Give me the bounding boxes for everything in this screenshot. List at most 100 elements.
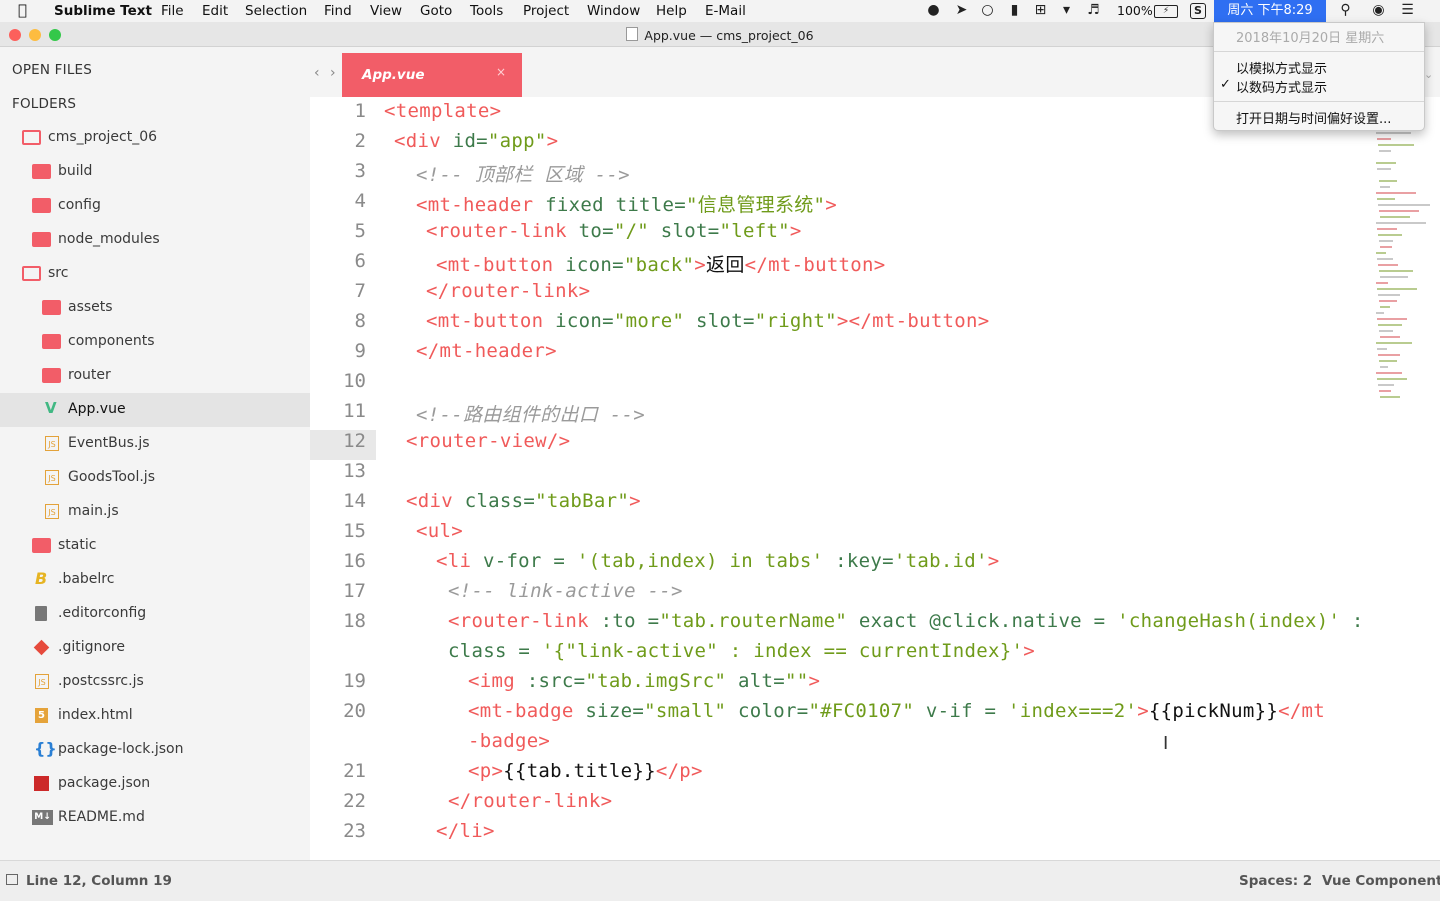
sidebar-item-label: .gitignore — [58, 639, 125, 655]
minimap[interactable] — [1364, 100, 1430, 400]
sidebar-item[interactable]: package.json — [0, 767, 310, 801]
tab-next-icon[interactable]: › — [330, 65, 336, 81]
code-line[interactable]: </mt-header> — [416, 340, 557, 362]
menu-file[interactable]: File — [161, 3, 184, 19]
sidebar-item[interactable]: components — [0, 325, 310, 359]
code-token: id= — [452, 130, 488, 152]
code-line[interactable]: <ul> — [416, 520, 463, 542]
code-line[interactable]: <router-link :to ="tab.routerName" exact… — [448, 610, 1364, 632]
code-line[interactable]: <p>{{tab.title}}</p> — [468, 760, 703, 782]
menu-item-date-prefs[interactable]: 打开日期与时间偏好设置... — [1236, 108, 1391, 127]
clock-menu[interactable]: 周六 下午8:29 — [1214, 0, 1326, 22]
line-number: 10 — [343, 370, 366, 392]
code-line[interactable]: </router-link> — [426, 280, 590, 302]
sync-icon[interactable]: S — [1190, 3, 1206, 19]
apple-icon[interactable]:  — [18, 1, 27, 19]
open-files-header[interactable]: OPEN FILES — [12, 62, 92, 78]
tab-prev-icon[interactable]: ‹ — [314, 65, 320, 81]
sidebar-item[interactable]: config — [0, 189, 310, 223]
sidebar-item[interactable]: V App.vue — [0, 393, 310, 427]
tab-close-icon[interactable]: × — [496, 65, 506, 79]
sidebar-item[interactable]: .editorconfig — [0, 597, 310, 631]
code-line[interactable]: <li v-for = '(tab,index) in tabs' :key='… — [436, 550, 1000, 572]
menu-edit[interactable]: Edit — [202, 3, 228, 19]
code-line[interactable]: class = '{"link-active" : index == curre… — [448, 640, 1035, 662]
sidebar-item[interactable]: M↓ README.md — [0, 801, 310, 835]
sidebar-item[interactable]: {} package-lock.json — [0, 733, 310, 767]
checkmark-icon: ✓ — [1220, 77, 1231, 92]
notification-center-icon[interactable]: ☰ — [1399, 2, 1416, 19]
sidebar-item[interactable]: cms_project_06 — [0, 121, 310, 155]
menu-item-digital[interactable]: 以数码方式显示 — [1236, 77, 1327, 96]
code-line[interactable]: <div class="tabBar"> — [406, 490, 641, 512]
chat-icon[interactable]: ○ — [979, 2, 996, 19]
bookmark-icon[interactable]: ▮ — [1006, 2, 1023, 19]
sidebar-item[interactable]: B .babelrc — [0, 563, 310, 597]
code-line[interactable]: </router-link> — [448, 790, 612, 812]
search-icon[interactable]: ⚲ — [1337, 2, 1354, 19]
siri-icon[interactable]: ◉ — [1370, 2, 1387, 19]
line-number: 11 — [343, 400, 366, 422]
sidebar-item[interactable]: JS .postcssrc.js — [0, 665, 310, 699]
sidebar-item[interactable]: build — [0, 155, 310, 189]
code-token: <mt-button — [436, 254, 566, 276]
paper-plane-icon[interactable]: ➤ — [953, 2, 970, 19]
volume-icon[interactable]: ♬ — [1085, 2, 1102, 19]
menu-item-analog[interactable]: 以模拟方式显示 — [1236, 58, 1327, 77]
code-line[interactable]: <!--路由组件的出口 --> — [416, 400, 645, 427]
menu-help[interactable]: Help — [656, 3, 687, 19]
menu-find[interactable]: Find — [324, 3, 352, 19]
code-token: > — [1137, 700, 1149, 722]
sidebar-item[interactable]: 5 index.html — [0, 699, 310, 733]
cursor-position: Line 12, Column 19 — [26, 873, 172, 889]
code-line[interactable]: <!-- link-active --> — [448, 580, 683, 602]
sidebar-item[interactable]: JS GoodsTool.js — [0, 461, 310, 495]
panel-toggle-icon[interactable] — [6, 874, 18, 885]
code-line[interactable]: <template> — [384, 100, 501, 122]
folders-header[interactable]: FOLDERS — [12, 96, 76, 112]
code-line[interactable]: <router-view/> — [406, 430, 570, 452]
sidebar-item[interactable]: static — [0, 529, 310, 563]
sidebar-item[interactable]: JS main.js — [0, 495, 310, 529]
code-line[interactable]: </li> — [436, 820, 495, 842]
code-line[interactable]: -badge> — [468, 730, 550, 752]
sidebar-item[interactable]: node_modules — [0, 223, 310, 257]
line-number: 1 — [354, 100, 366, 122]
sidebar-item-label: assets — [68, 299, 113, 315]
sidebar-item[interactable]: src — [0, 257, 310, 291]
code-token: > — [629, 490, 641, 512]
menu-email[interactable]: E-Mail — [705, 3, 746, 19]
code-line[interactable]: <router-link to="/" slot="left"> — [426, 220, 802, 242]
minimap-chevron-icon[interactable]: ⌄ — [1424, 68, 1433, 81]
indentation-setting[interactable]: Spaces: 2 — [1239, 873, 1312, 889]
grid-icon[interactable]: ⊞ — [1032, 2, 1049, 19]
code-line[interactable]: <mt-header fixed title="信息管理系统"> — [416, 190, 837, 217]
code-line[interactable]: <!-- 顶部栏 区域 --> — [416, 160, 630, 187]
wifi-icon[interactable]: ▾ — [1058, 2, 1075, 19]
menu-selection[interactable]: Selection — [245, 3, 307, 19]
menu-tools[interactable]: Tools — [470, 3, 503, 19]
menu-goto[interactable]: Goto — [420, 3, 452, 19]
menu-app-name[interactable]: Sublime Text — [54, 3, 152, 19]
sidebar-item-label: .editorconfig — [58, 605, 147, 621]
minimap-line — [1376, 162, 1396, 164]
menu-project[interactable]: Project — [523, 3, 569, 19]
code-line[interactable]: <mt-button icon="back">返回</mt-button> — [436, 250, 886, 277]
qq-icon[interactable]: ● — [925, 2, 942, 19]
tab-app-vue[interactable]: App.vue × — [342, 53, 522, 97]
menu-window[interactable]: Window — [587, 3, 640, 19]
syntax-setting[interactable]: Vue Component — [1322, 873, 1440, 889]
menu-view[interactable]: View — [370, 3, 402, 19]
code-line[interactable]: <img :src="tab.imgSrc" alt=""> — [468, 670, 820, 692]
sidebar-item[interactable]: .gitignore — [0, 631, 310, 665]
sidebar-item[interactable]: assets — [0, 291, 310, 325]
battery-icon[interactable]: ⚡ — [1154, 5, 1178, 18]
code-line[interactable]: <mt-badge size="small" color="#FC0107" v… — [468, 700, 1325, 722]
sidebar-item[interactable]: router — [0, 359, 310, 393]
code-line[interactable]: <mt-button icon="more" slot="right"></mt… — [426, 310, 990, 332]
code-line[interactable]: <div id="app"> — [394, 130, 558, 152]
sidebar-item[interactable]: JS EventBus.js — [0, 427, 310, 461]
menu-bar:  Sublime Text File Edit Selection Find … — [0, 0, 1440, 23]
window-title-text: App.vue — cms_project_06 — [644, 28, 814, 43]
code-editor[interactable]: 1 2 3 4 5 6 7 8 9 10 11 12 13 14 15 16 17 18 19 20 21 22 23 <t… — [310, 97, 1440, 860]
